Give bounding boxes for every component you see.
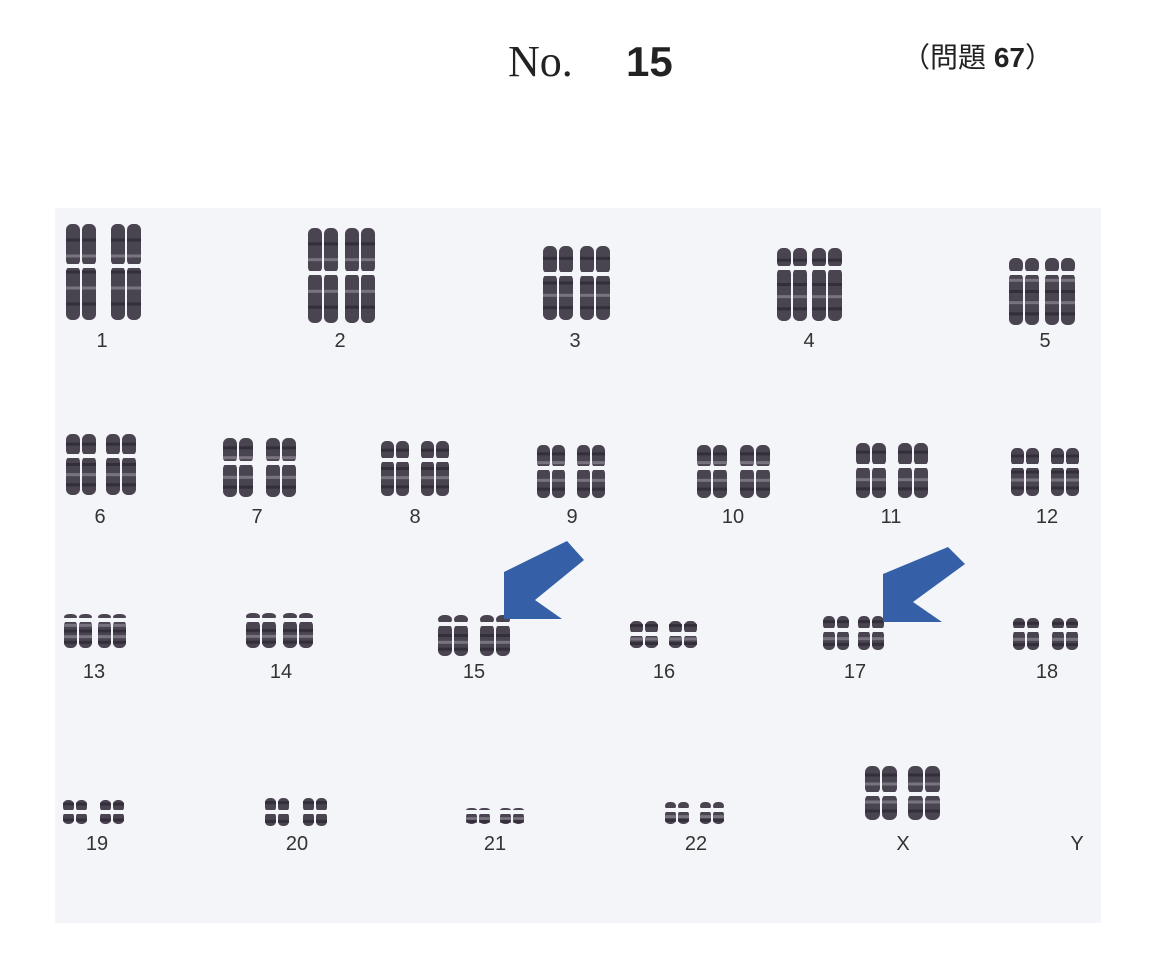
label-chr-5: 5 xyxy=(1039,330,1051,352)
chromosome-14-a xyxy=(245,613,277,648)
label-chr-18: 18 xyxy=(1035,661,1059,683)
chromosome-22-b xyxy=(699,802,725,824)
chromosome-20-a xyxy=(264,798,290,826)
chromosome-17-b xyxy=(857,616,885,650)
karyotype-chromosomes xyxy=(62,224,1080,826)
chromosome-22-a xyxy=(664,802,690,824)
question-ref-open: （ xyxy=(902,42,931,73)
label-chr-6: 6 xyxy=(94,506,106,528)
chromosome-8-a xyxy=(380,441,410,496)
chromosome-7-b xyxy=(265,438,297,497)
chromosome-16-b xyxy=(668,621,698,648)
chromosome-3-a xyxy=(542,246,574,320)
label-chr-16: 16 xyxy=(652,661,676,683)
label-chr-21: 21 xyxy=(483,833,507,855)
chromosome-1-a xyxy=(65,224,97,320)
chromosome-19-b xyxy=(99,800,125,824)
chromosome-8-b xyxy=(420,441,450,496)
chromosome-6-b xyxy=(105,434,137,495)
question-ref-close: ） xyxy=(1024,42,1053,73)
chromosome-12-a xyxy=(1010,448,1040,496)
label-chr-10: 10 xyxy=(721,506,745,528)
chromosome-7-a xyxy=(222,438,254,497)
chromosome-x-a xyxy=(864,766,898,820)
chromosome-15-a xyxy=(437,615,469,656)
label-chr-20: 20 xyxy=(285,833,309,855)
chromosome-5-a xyxy=(1008,258,1040,325)
label-chr-22: 22 xyxy=(684,833,708,855)
label-chr-11: 11 xyxy=(880,506,902,528)
chromosome-4-b xyxy=(811,248,843,321)
chromosome-11-b xyxy=(897,443,929,498)
chromosome-13-a xyxy=(63,614,93,648)
chromosome-12-b xyxy=(1050,448,1080,496)
label-chr-y: Y xyxy=(1070,833,1084,855)
karyotype-image: 1 2 3 4 5 6 7 8 9 10 11 12 13 14 15 16 1… xyxy=(55,208,1101,923)
question-reference: （問題 67） xyxy=(902,36,1053,76)
chromosome-3-b xyxy=(579,246,611,320)
chromosome-4-a xyxy=(776,248,808,321)
label-chr-12: 12 xyxy=(1035,506,1059,528)
arrow-chr-15-icon xyxy=(504,541,584,619)
chromosome-20-b xyxy=(302,798,328,826)
question-ref-number: 67 xyxy=(993,42,1025,73)
chromosome-13-b xyxy=(97,614,127,648)
chromosome-17-a xyxy=(822,616,850,650)
label-chr-15: 15 xyxy=(462,661,486,683)
chromosome-19-a xyxy=(62,800,88,824)
chromosome-21-b xyxy=(499,808,525,824)
chromosome-9-a xyxy=(536,445,566,498)
arrow-chr-17-icon xyxy=(883,547,965,622)
label-chr-13: 13 xyxy=(82,661,106,683)
label-chr-7: 7 xyxy=(251,506,263,528)
chromosome-x-b xyxy=(907,766,941,820)
label-chr-2: 2 xyxy=(334,330,346,352)
label-chr-1: 1 xyxy=(96,330,108,352)
chromosome-10-a xyxy=(696,445,728,498)
label-chr-x: X xyxy=(896,833,910,855)
chromosome-1-b xyxy=(110,224,142,320)
chromosome-10-b xyxy=(739,445,771,498)
chromosome-14-b xyxy=(282,613,314,648)
label-chr-4: 4 xyxy=(803,330,815,352)
chromosome-16-a xyxy=(629,621,659,648)
chromosome-21-a xyxy=(465,808,491,824)
label-chr-17: 17 xyxy=(843,661,867,683)
chromosome-18-a xyxy=(1012,618,1040,650)
chromosome-6-a xyxy=(65,434,97,495)
label-chr-19: 19 xyxy=(85,833,109,855)
question-ref-text: 問題 xyxy=(930,42,987,73)
chromosome-5-b xyxy=(1044,258,1076,325)
chromosome-9-b xyxy=(576,445,606,498)
label-chr-3: 3 xyxy=(569,330,581,352)
no-value: 15 xyxy=(626,38,673,85)
no-label: No. xyxy=(508,37,573,86)
chromosome-15-b xyxy=(479,615,511,656)
chromosome-2-b xyxy=(344,228,376,323)
chromosome-11-a xyxy=(855,443,887,498)
label-chr-8: 8 xyxy=(409,506,421,528)
chromosome-18-b xyxy=(1051,618,1079,650)
label-chr-9: 9 xyxy=(566,506,578,528)
label-chr-14: 14 xyxy=(269,661,293,683)
chromosome-2-a xyxy=(307,228,339,323)
